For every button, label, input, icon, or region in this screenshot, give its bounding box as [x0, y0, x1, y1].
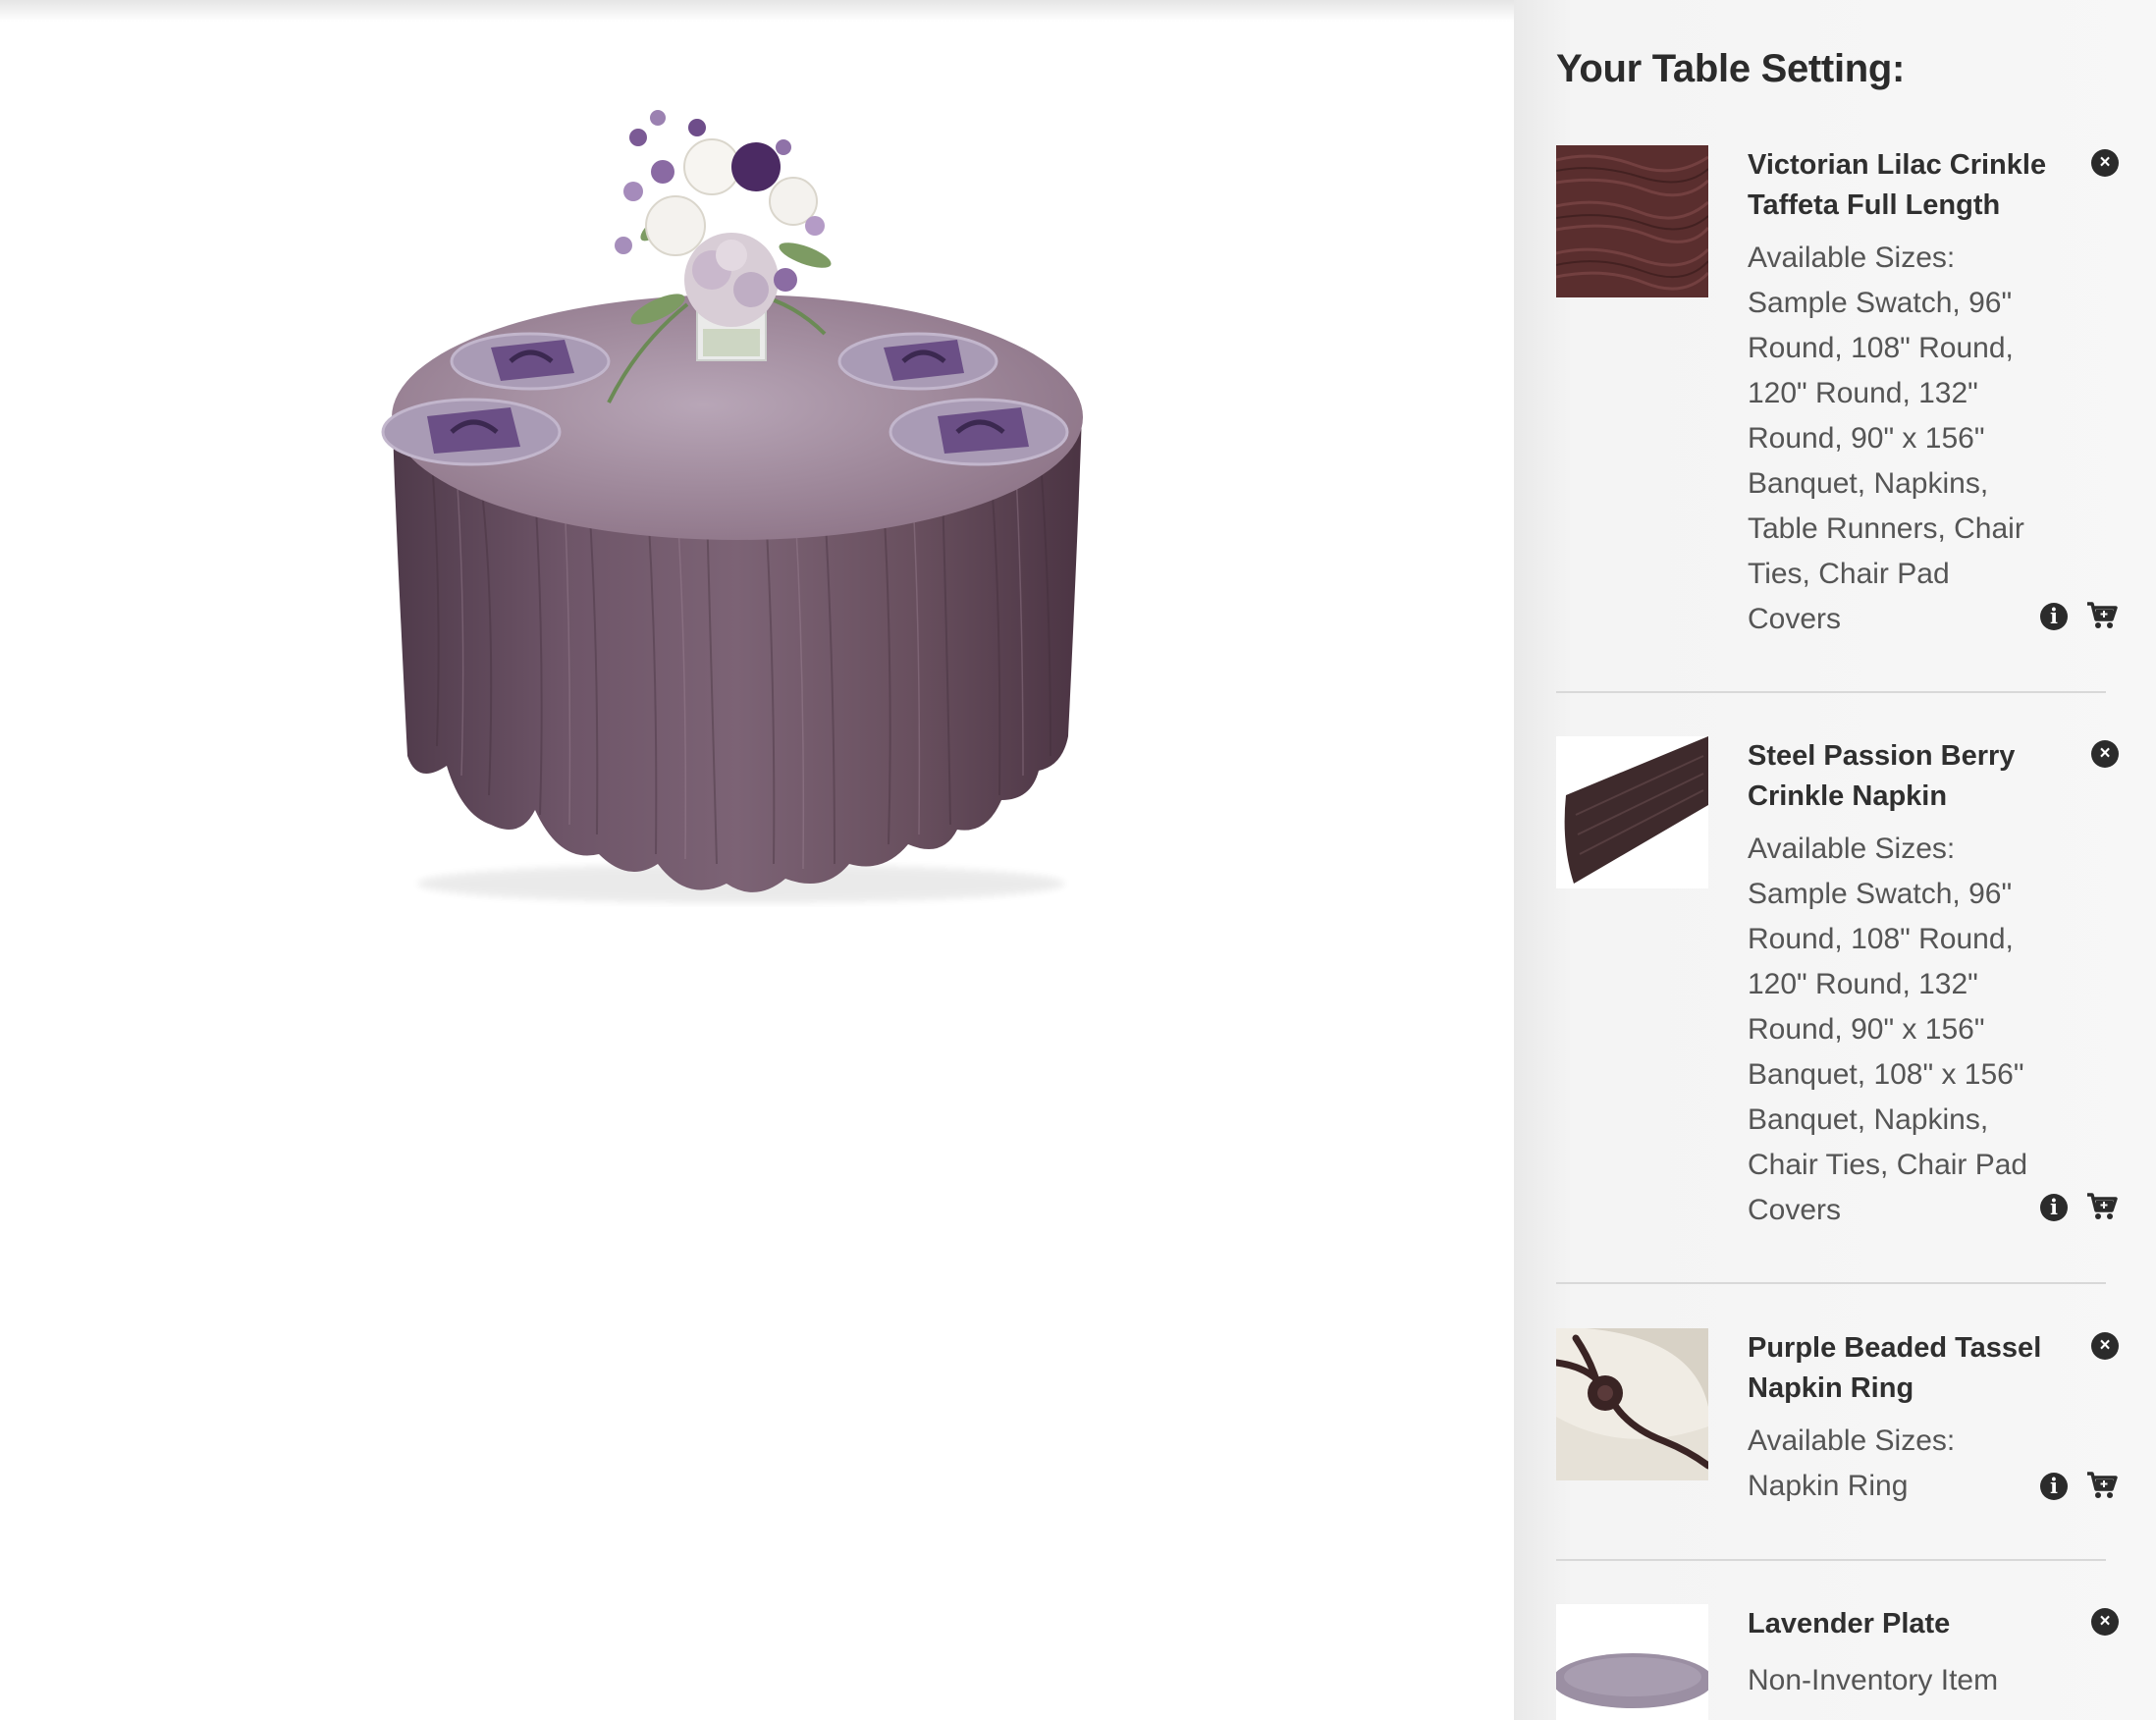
sizes-label: Available Sizes:: [1748, 1424, 1956, 1457]
remove-item-button[interactable]: ×: [2091, 1332, 2119, 1360]
item-name[interactable]: Steel Passion Berry Crinkle Napkin: [1748, 736, 2052, 817]
table-preview: [0, 0, 1514, 1720]
setting-item-napkin-ring: Purple Beaded Tassel Napkin Ring Availab…: [1556, 1328, 2119, 1554]
available-sizes: Available Sizes: Napkin Ring: [1748, 1419, 2042, 1509]
info-icon[interactable]: i: [2040, 603, 2068, 630]
add-to-cart-icon[interactable]: [2086, 601, 2118, 630]
available-sizes: Available Sizes: Sample Swatch, 96" Roun…: [1748, 236, 2042, 642]
sizes-label: Non-Inventory Item: [1748, 1664, 1999, 1696]
sidebar-title: Your Table Setting:: [1556, 47, 1906, 90]
setting-item-tablecloth: Victorian Lilac Crinkle Taffeta Full Len…: [1556, 145, 2119, 656]
info-icon[interactable]: i: [2040, 1473, 2068, 1500]
add-to-cart-icon[interactable]: [2086, 1471, 2118, 1500]
add-to-cart-icon[interactable]: [2086, 1192, 2118, 1221]
item-name[interactable]: Lavender Plate: [1748, 1604, 2052, 1644]
available-sizes: Available Sizes: Sample Swatch, 96" Roun…: [1748, 827, 2042, 1233]
remove-item-button[interactable]: ×: [2091, 149, 2119, 177]
table-setting-sidebar: Your Table Setting: Victorian Lilac Crin…: [1514, 0, 2156, 1720]
remove-item-button[interactable]: ×: [2091, 1608, 2119, 1636]
item-thumbnail[interactable]: [1556, 1604, 1708, 1720]
sizes-label: Available Sizes:: [1748, 242, 1956, 274]
item-thumbnail[interactable]: [1556, 736, 1708, 888]
item-thumbnail[interactable]: [1556, 1328, 1708, 1480]
setting-item-plate: Lavender Plate Non-Inventory Item ×: [1556, 1604, 2119, 1720]
table-setting-illustration: [381, 110, 1083, 903]
item-divider: [1556, 1559, 2106, 1561]
item-name[interactable]: Purple Beaded Tassel Napkin Ring: [1748, 1328, 2052, 1409]
sizes-list: Sample Swatch, 96" Round, 108" Round, 12…: [1748, 878, 2028, 1226]
sizes-list: Sample Swatch, 96" Round, 108" Round, 12…: [1748, 287, 2024, 635]
setting-item-napkin: Steel Passion Berry Crinkle Napkin Avail…: [1556, 736, 2119, 1247]
item-thumbnail[interactable]: [1556, 145, 1708, 297]
remove-item-button[interactable]: ×: [2091, 740, 2119, 768]
sizes-list: Napkin Ring: [1748, 1470, 1909, 1502]
sizes-label: Available Sizes:: [1748, 833, 1956, 865]
info-icon[interactable]: i: [2040, 1194, 2068, 1221]
item-name[interactable]: Victorian Lilac Crinkle Taffeta Full Len…: [1748, 145, 2052, 226]
non-inventory-note: Non-Inventory Item: [1748, 1658, 2042, 1703]
item-divider: [1556, 691, 2106, 693]
item-divider: [1556, 1282, 2106, 1284]
